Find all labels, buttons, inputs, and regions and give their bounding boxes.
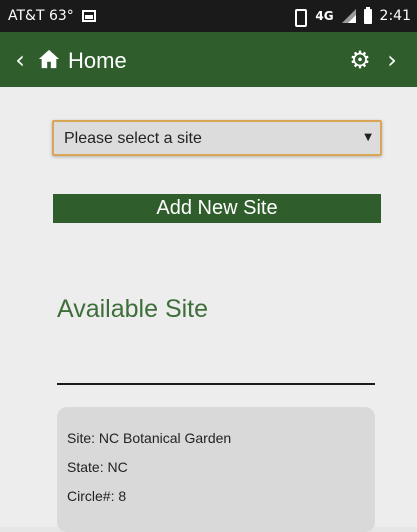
gear-icon[interactable]: ⚙ [346,46,374,74]
battery-icon [363,6,372,24]
network-text: 4G [315,9,334,23]
site-name-text: Site: NC Botanical Garden [67,430,232,446]
carrier-text: AT&T 63° [8,8,74,24]
site-state-text: State: NC [67,459,128,475]
forward-chevron-icon[interactable]: › [380,46,404,74]
back-chevron-icon[interactable]: ‹ [8,46,32,74]
caret-down-icon: ▼ [364,132,372,143]
vibrate-icon [291,9,308,27]
page-title: Home [68,48,127,73]
image-icon [81,10,96,22]
site-select[interactable]: Please select a site ▼ [52,120,382,156]
status-bar: AT&T 63° 4G 2:41 [0,0,417,32]
site-select-value: Please select a site [64,130,202,147]
site-circle-text: Circle#: 8 [67,488,127,504]
divider [57,383,375,385]
app-bar: ‹ Home ⚙ › [0,32,417,87]
home-icon[interactable] [38,48,60,70]
add-new-site-button[interactable]: Add New Site [53,194,381,223]
status-right: 4G 2:41 [291,6,411,27]
site-card[interactable]: Site: NC Botanical Garden State: NC Circ… [57,407,375,532]
available-site-heading: Available Site [57,295,209,323]
main-content: Please select a site ▼ Add New Site Avai… [0,87,417,532]
time-text: 2:41 [379,8,411,24]
signal-icon [341,9,356,23]
status-left: AT&T 63° [8,8,96,24]
